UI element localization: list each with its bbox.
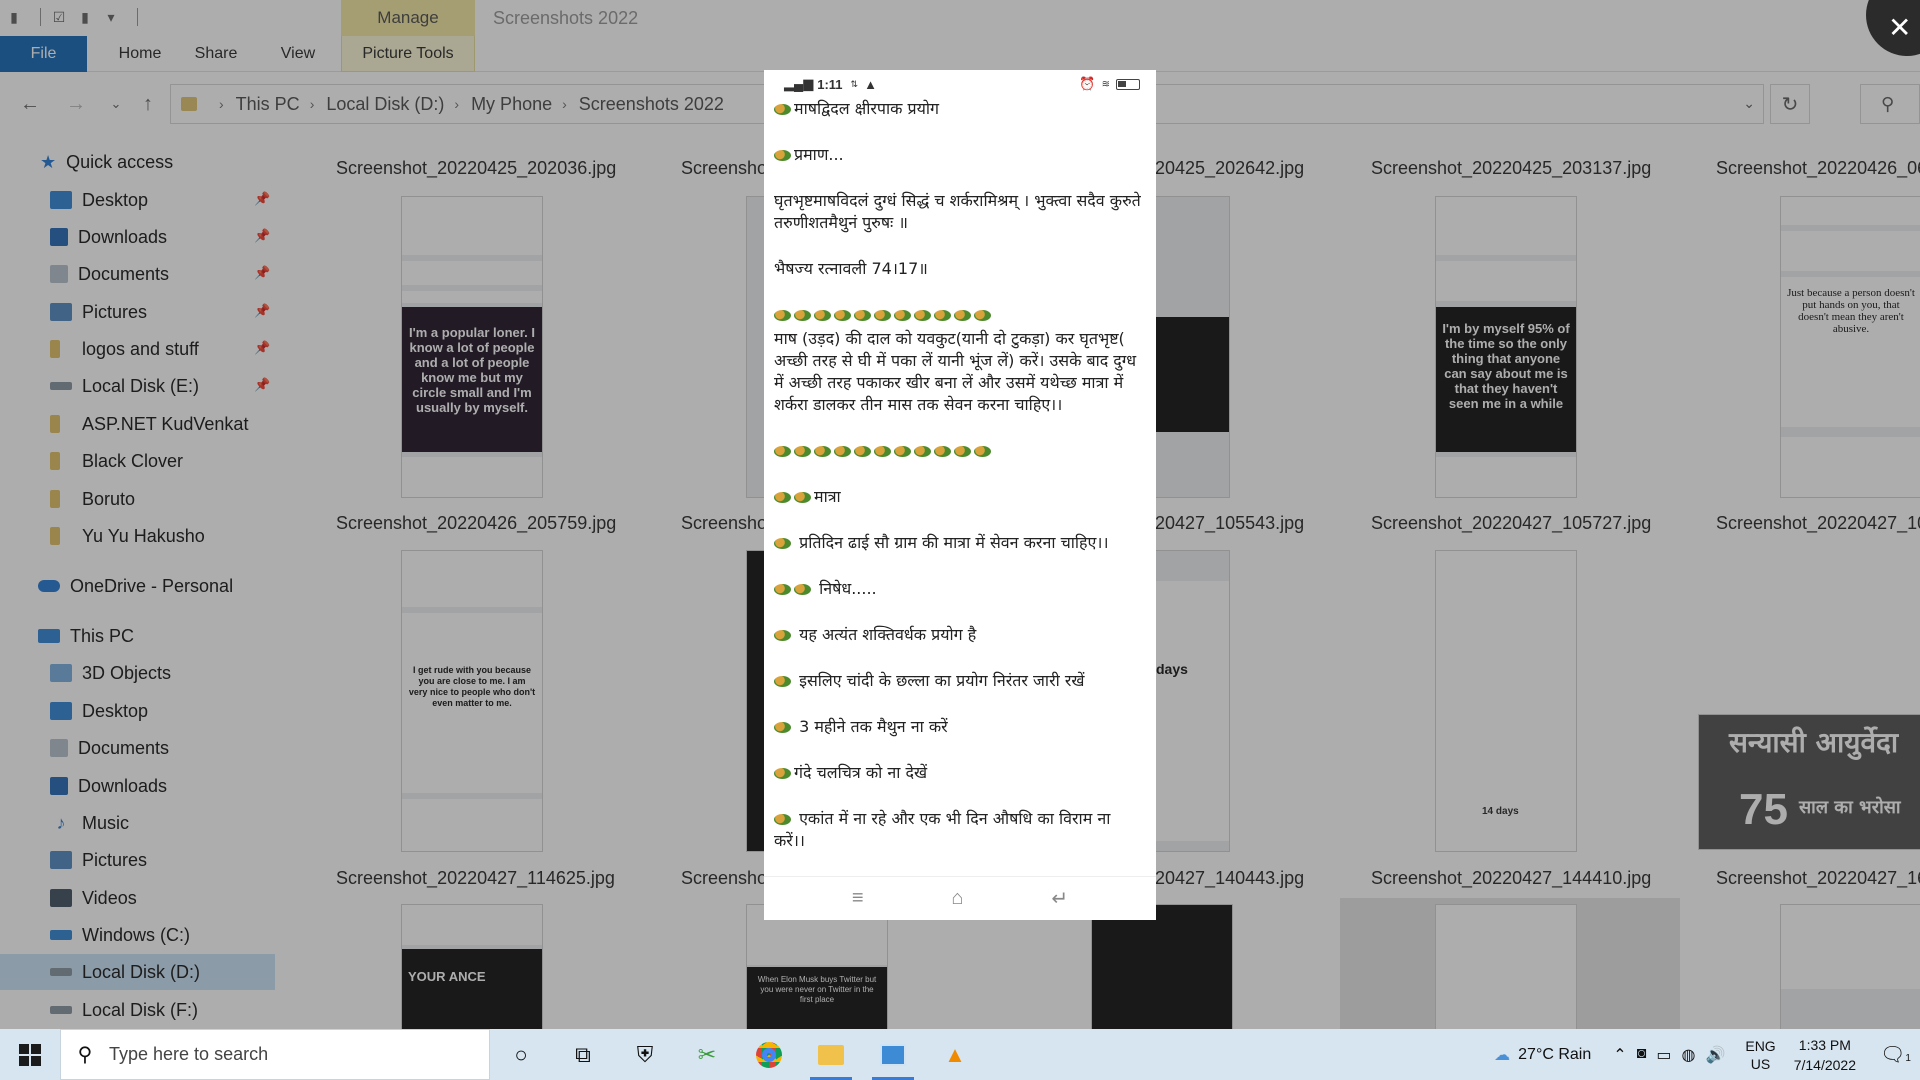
turtle-emoji-icon — [794, 446, 811, 457]
message-line: गंदे चलचित्र को ना देखें — [774, 762, 1146, 784]
turtle-emoji-icon — [914, 446, 931, 457]
message-text: माषद्विदल क्षीरपाक प्रयोग प्रमाण... घृतभ… — [764, 98, 1156, 876]
turtle-emoji-icon — [774, 768, 791, 779]
turtle-emoji-icon — [774, 584, 791, 595]
message-line: मात्रा — [774, 486, 1146, 508]
message-line: यह अत्यंत शक्तिवर्धक प्रयोग है — [774, 624, 1146, 646]
message-line: 3 महीने तक मैथुन ना करें — [774, 716, 1146, 738]
wifi-icon: ≋ — [1101, 78, 1110, 90]
turtle-emoji-icon — [774, 722, 791, 733]
turtle-emoji-icon — [834, 446, 851, 457]
turtle-emoji-icon — [814, 446, 831, 457]
message-line: प्रमाण... — [774, 144, 1146, 166]
vlc-icon[interactable]: ▲ — [924, 1029, 986, 1080]
phone-status-bar: ▂▄▆ 1:11 ⇅ ▲ ⏰ ≋ — [764, 70, 1156, 98]
turtle-emoji-icon — [894, 310, 911, 321]
alert-icon: ▲ — [864, 76, 877, 92]
chevron-up-icon[interactable]: ⌃ — [1613, 1045, 1626, 1065]
turtle-emoji-icon — [774, 814, 791, 825]
photos-app-icon[interactable] — [862, 1029, 924, 1080]
file-explorer-icon[interactable] — [800, 1029, 862, 1080]
clock[interactable]: 1:33 PM 7/14/2022 — [1794, 1035, 1856, 1075]
turtle-emoji-icon — [774, 310, 791, 321]
turtle-emoji-icon — [774, 676, 791, 687]
message-line: निषेध..... — [774, 578, 1146, 600]
rain-cloud-icon: ☁ — [1494, 1046, 1511, 1064]
turtle-emoji-icon — [874, 310, 891, 321]
start-button[interactable] — [0, 1029, 60, 1080]
camera-icon[interactable]: ◙ — [1637, 1045, 1647, 1065]
turtle-emoji-icon — [914, 310, 931, 321]
battery-icon — [1116, 78, 1140, 90]
windows-logo-icon — [19, 1043, 41, 1066]
message-line: भैषज्य रत्नावली 74।17॥ — [774, 259, 928, 278]
status-time: 1:11 — [817, 76, 843, 92]
weather-widget[interactable]: ☁ 27°C Rain — [1494, 1045, 1591, 1065]
cortana-icon[interactable]: ○ — [490, 1029, 552, 1080]
volume-icon[interactable]: 🔊 — [1705, 1045, 1725, 1065]
emoji-row — [774, 440, 1146, 462]
turtle-emoji-icon — [814, 310, 831, 321]
turtle-emoji-icon — [774, 538, 791, 549]
menu-icon: ≡ — [851, 887, 864, 909]
search-icon: ⚲ — [77, 1044, 93, 1066]
turtle-emoji-icon — [794, 584, 811, 595]
turtle-emoji-icon — [794, 492, 811, 503]
turtle-emoji-icon — [934, 446, 951, 457]
weather-text: 27°C Rain — [1518, 1045, 1592, 1063]
battery-icon[interactable]: ▭ — [1656, 1045, 1671, 1065]
message-line: एकांत में ना रहे और एक भी दिन औषधि का वि… — [774, 809, 1111, 850]
alarm-icon: ⏰ — [1079, 76, 1096, 91]
search-placeholder: Type here to search — [109, 1044, 269, 1064]
chrome-icon[interactable] — [738, 1029, 800, 1080]
turtle-emoji-icon — [774, 630, 791, 641]
security-shield-icon[interactable]: ⛨ — [614, 1029, 676, 1080]
turtle-emoji-icon — [774, 150, 791, 161]
system-tray: ☁ 27°C Rain ⌃ ◙ ▭ ◍ 🔊 ENG US 1:33 PM 7/1… — [1494, 1029, 1920, 1080]
task-view-icon[interactable]: ⧉ — [552, 1029, 614, 1080]
turtle-emoji-icon — [854, 446, 871, 457]
network-speed-icon: ⇅ — [850, 78, 859, 89]
turtle-emoji-icon — [934, 310, 951, 321]
turtle-emoji-icon — [974, 310, 991, 321]
message-line: माष (उड़द) की दाल को यवकुट(यानी दो टुकड़… — [774, 329, 1137, 414]
message-line: घृतभृष्टमाषविदलं दुग्धं सिद्धं च शर्कराम… — [774, 191, 1141, 232]
language-indicator[interactable]: ENG US — [1745, 1037, 1775, 1073]
home-icon: ⌂ — [951, 887, 964, 909]
message-line: इसलिए चांदी के छल्ला का प्रयोग निरंतर जा… — [774, 670, 1146, 692]
turtle-emoji-icon — [874, 446, 891, 457]
taskbar: ⚲ Type here to search ○ ⧉ ⛨ ✂ ▲ ☁ 27°C R… — [0, 1029, 1920, 1080]
turtle-emoji-icon — [954, 310, 971, 321]
taskbar-search-box[interactable]: ⚲ Type here to search — [60, 1029, 490, 1080]
emoji-row — [774, 304, 1146, 326]
turtle-emoji-icon — [774, 104, 791, 115]
signal-icon: ▂▄▆ — [784, 76, 814, 91]
back-icon: ↵ — [1051, 888, 1069, 910]
message-line: माषद्विदल क्षीरपाक प्रयोग — [774, 98, 1146, 120]
snip-tool-icon[interactable]: ✂ — [676, 1029, 738, 1080]
turtle-emoji-icon — [794, 310, 811, 321]
turtle-emoji-icon — [854, 310, 871, 321]
globe-icon[interactable]: ◍ — [1681, 1045, 1695, 1065]
turtle-emoji-icon — [774, 446, 791, 457]
turtle-emoji-icon — [834, 310, 851, 321]
turtle-emoji-icon — [774, 492, 791, 503]
turtle-emoji-icon — [954, 446, 971, 457]
message-line: प्रतिदिन ढाई सौ ग्राम की मात्रा में सेवन… — [774, 532, 1146, 554]
tray-icons: ⌃ ◙ ▭ ◍ 🔊 — [1613, 1045, 1725, 1065]
turtle-emoji-icon — [974, 446, 991, 457]
turtle-emoji-icon — [894, 446, 911, 457]
phone-screenshot: ▂▄▆ 1:11 ⇅ ▲ ⏰ ≋ माषद्विदल क्षीरपाक प्रय… — [764, 70, 1156, 920]
phone-navigation-bar: ≡ ⌂ ↵ — [764, 876, 1156, 920]
notification-icon[interactable]: 🗨1 — [1880, 1042, 1920, 1067]
